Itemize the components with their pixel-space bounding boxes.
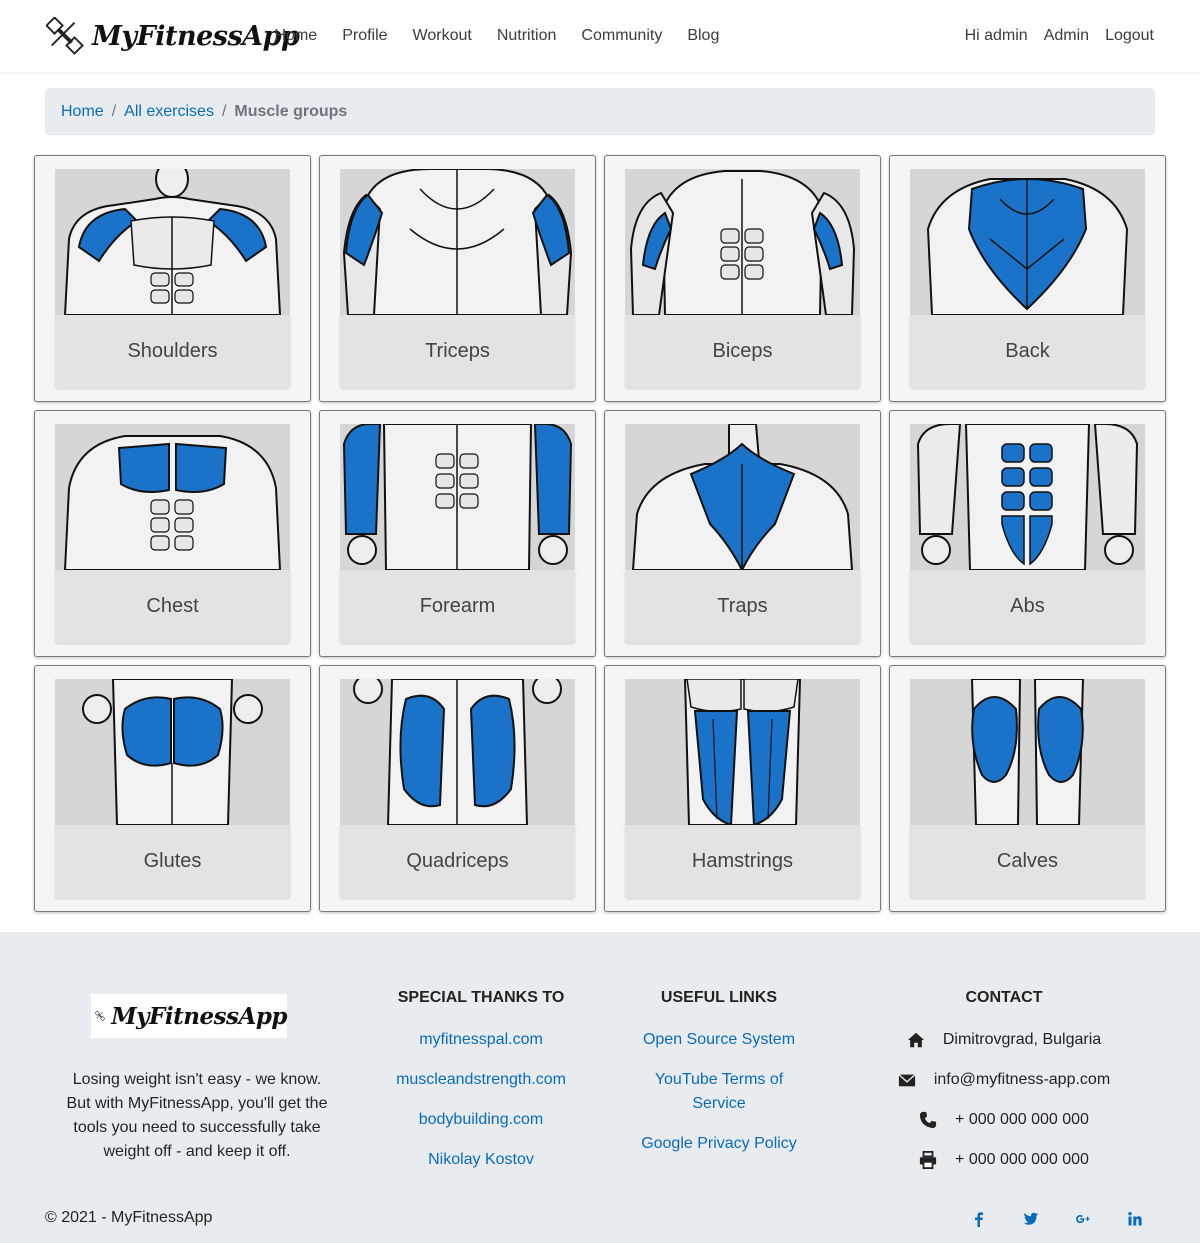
muscle-calves-illustration (910, 679, 1145, 825)
copyright: © 2021 - MyFitnessApp (45, 1209, 213, 1226)
envelope-icon (898, 1074, 916, 1087)
muscle-card-label: Chest (55, 570, 290, 643)
printer-icon (919, 1151, 937, 1169)
footer-thanks-title: SPECIAL THANKS TO (397, 989, 565, 1006)
muscle-card-label: Shoulders (55, 315, 290, 388)
contact-address-text: Dimitrovgrad, Bulgaria (942, 1031, 1102, 1048)
linkedin-icon[interactable] (1124, 1209, 1146, 1229)
user-nav: Hi admin Admin Logout (949, 0, 1154, 72)
nav-community[interactable]: Community (569, 27, 675, 45)
contact-phone: + 000 000 000 000 (880, 1108, 1128, 1132)
footer-link-open-source[interactable]: Open Source System (630, 1028, 808, 1052)
nav-admin[interactable]: Admin (1028, 27, 1089, 45)
footer-about-text: Losing weight isn't easy - we know. But … (66, 1071, 328, 1160)
muscle-forearm-illustration (340, 424, 575, 570)
muscle-abs-illustration (910, 424, 1145, 570)
contact-email-text: info@myfitness-app.com (933, 1071, 1111, 1088)
muscle-card-label: Calves (910, 825, 1145, 898)
footer-special-thanks: SPECIAL THANKS TO myfitnesspal.com muscl… (380, 989, 582, 1188)
footer-brand-name: MyFitnessApp (111, 1002, 287, 1030)
footer-link-nikolay-kostov[interactable]: Nikolay Kostov (380, 1148, 582, 1172)
breadcrumb-all-exercises[interactable]: All exercises (124, 103, 214, 121)
footer-link-muscleandstrength[interactable]: muscleandstrength.com (380, 1068, 582, 1092)
muscle-card-label: Triceps (340, 315, 575, 388)
footer-link-bodybuilding[interactable]: bodybuilding.com (380, 1108, 582, 1132)
contact-fax-text: + 000 000 000 000 (955, 1151, 1089, 1168)
muscle-group-grid: Shoulders Triceps Biceps Back Chest Fore… (34, 155, 1166, 912)
footer-useful-links: USEFUL LINKS Open Source System YouTube … (630, 989, 808, 1172)
google-plus-icon[interactable] (1072, 1209, 1094, 1229)
nav-nutrition[interactable]: Nutrition (484, 27, 569, 45)
breadcrumb-separator: / (221, 102, 227, 120)
muscle-card-calves[interactable]: Calves (889, 665, 1166, 912)
nav-profile[interactable]: Profile (330, 27, 400, 45)
muscle-card-back[interactable]: Back (889, 155, 1166, 402)
muscle-card-shoulders[interactable]: Shoulders (34, 155, 311, 402)
footer-link-youtube-terms[interactable]: YouTube Terms of Service (630, 1068, 808, 1116)
footer-useful-title: USEFUL LINKS (660, 989, 778, 1006)
breadcrumb: Home / All exercises / Muscle groups (45, 88, 1155, 135)
muscle-glutes-illustration (55, 679, 290, 825)
muscle-card-forearm[interactable]: Forearm (319, 410, 596, 657)
muscle-card-triceps[interactable]: Triceps (319, 155, 596, 402)
muscle-card-abs[interactable]: Abs (889, 410, 1166, 657)
breadcrumb-home[interactable]: Home (61, 103, 104, 121)
twitter-icon[interactable] (1020, 1209, 1042, 1229)
nav-workout[interactable]: Workout (400, 27, 484, 45)
muscle-hamstrings-illustration (625, 679, 860, 825)
muscle-card-label: Forearm (340, 570, 575, 643)
dumbbell-icon (95, 1010, 106, 1022)
footer-logo: MyFitnessApp (91, 994, 287, 1038)
contact-fax: + 000 000 000 000 (880, 1148, 1128, 1172)
muscle-shoulders-illustration (55, 169, 290, 315)
muscle-card-label: Traps (625, 570, 860, 643)
facebook-icon[interactable] (968, 1209, 990, 1229)
footer-link-myfitnesspal[interactable]: myfitnesspal.com (380, 1028, 582, 1052)
contact-phone-text: + 000 000 000 000 (955, 1111, 1089, 1128)
muscle-card-quadriceps[interactable]: Quadriceps (319, 665, 596, 912)
dumbbell-icon (46, 17, 84, 55)
muscle-chest-illustration (55, 424, 290, 570)
muscle-traps-illustration (625, 424, 860, 570)
navbar: MyFitnessApp Home Profile Workout Nutrit… (0, 0, 1200, 72)
muscle-card-label: Back (910, 315, 1145, 388)
home-icon (907, 1032, 924, 1048)
footer: MyFitnessApp Losing weight isn't easy - … (0, 932, 1200, 1243)
breadcrumb-separator: / (111, 102, 117, 120)
muscle-card-label: Glutes (55, 825, 290, 898)
footer-contact: CONTACT Dimitrovgrad, Bulgaria info@myfi… (880, 989, 1128, 1188)
nav-logout[interactable]: Logout (1089, 27, 1154, 45)
muscle-card-traps[interactable]: Traps (604, 410, 881, 657)
nav-greeting[interactable]: Hi admin (949, 27, 1028, 45)
muscle-card-chest[interactable]: Chest (34, 410, 311, 657)
muscle-card-label: Hamstrings (625, 825, 860, 898)
social-links (968, 1209, 1146, 1229)
muscle-quadriceps-illustration (340, 679, 575, 825)
muscle-card-hamstrings[interactable]: Hamstrings (604, 665, 881, 912)
contact-address: Dimitrovgrad, Bulgaria (880, 1028, 1128, 1052)
contact-email: info@myfitness-app.com (880, 1068, 1128, 1092)
muscle-card-glutes[interactable]: Glutes (34, 665, 311, 912)
footer-link-google-privacy[interactable]: Google Privacy Policy (630, 1132, 808, 1156)
muscle-card-label: Quadriceps (340, 825, 575, 898)
muscle-card-biceps[interactable]: Biceps (604, 155, 881, 402)
muscle-back-illustration (910, 169, 1145, 315)
phone-icon (919, 1111, 937, 1129)
breadcrumb-current: Muscle groups (234, 102, 348, 120)
nav-home[interactable]: Home (262, 27, 330, 45)
muscle-card-label: Abs (910, 570, 1145, 643)
muscle-biceps-illustration (625, 169, 860, 315)
nav-blog[interactable]: Blog (675, 27, 732, 45)
main-nav: Home Profile Workout Nutrition Community… (262, 0, 732, 72)
footer-contact-title: CONTACT (965, 989, 1043, 1006)
muscle-triceps-illustration (340, 169, 575, 315)
muscle-card-label: Biceps (625, 315, 860, 388)
